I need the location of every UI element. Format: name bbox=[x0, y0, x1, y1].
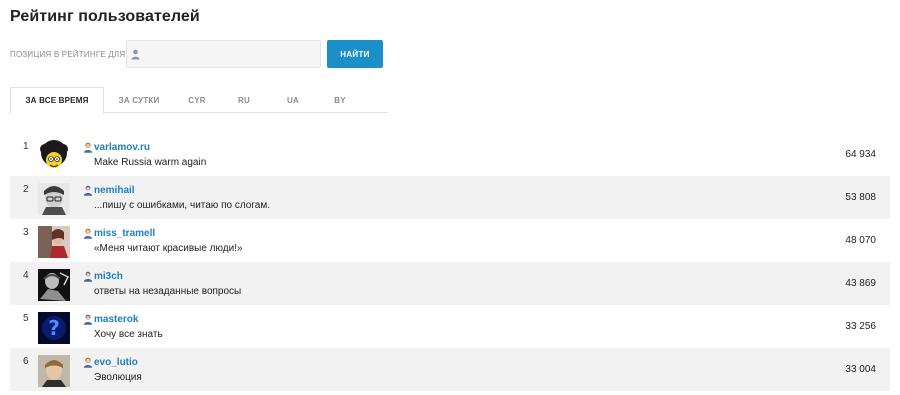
avatar[interactable] bbox=[38, 183, 70, 215]
user-link[interactable]: varlamov.ru bbox=[83, 142, 150, 153]
tab-day[interactable]: ЗА СУТКИ bbox=[104, 87, 174, 113]
username[interactable]: evo_lutio bbox=[94, 357, 138, 368]
rank: 6 bbox=[23, 356, 29, 367]
score: 43 869 bbox=[845, 278, 876, 289]
username[interactable]: miss_tramell bbox=[94, 228, 155, 239]
score: 64 934 bbox=[845, 149, 876, 160]
score: 48 070 bbox=[845, 235, 876, 246]
female-user-icon bbox=[83, 142, 93, 153]
female-user-icon bbox=[83, 357, 93, 368]
svg-text:?: ? bbox=[48, 316, 60, 340]
user-link[interactable]: evo_lutio bbox=[83, 357, 138, 368]
male-user-icon bbox=[83, 185, 93, 196]
username[interactable]: varlamov.ru bbox=[94, 142, 150, 153]
score: 33 256 bbox=[845, 321, 876, 332]
user-link[interactable]: miss_tramell bbox=[83, 228, 155, 239]
table-row: 3 miss_tramell «Меня читают красивые люд… bbox=[10, 219, 890, 262]
username[interactable]: nemihail bbox=[94, 185, 135, 196]
table-row: 6 evo_lutio Эволюция 33 004 bbox=[10, 348, 890, 391]
tab-ua[interactable]: UA bbox=[268, 87, 318, 113]
score: 53 808 bbox=[845, 192, 876, 203]
search-label: ПОЗИЦИЯ В РЕЙТИНГЕ ДЛЯ bbox=[10, 49, 126, 59]
avatar[interactable] bbox=[38, 269, 70, 301]
table-row: 1 varlamov.ru Make Russia warm again 64 … bbox=[10, 133, 890, 176]
tab-cyr[interactable]: CYR bbox=[174, 87, 220, 113]
avatar[interactable]: ? bbox=[38, 312, 70, 344]
tabs-bar: ЗА ВСЕ ВРЕМЯ ЗА СУТКИ CYR RU UA BY bbox=[10, 87, 388, 114]
rank: 1 bbox=[23, 141, 29, 152]
search-input[interactable] bbox=[127, 41, 320, 67]
table-row: 2 nemihail ...пишу с ошибками, читаю по … bbox=[10, 176, 890, 219]
user-link[interactable]: mi3ch bbox=[83, 271, 123, 282]
user-link[interactable]: masterok bbox=[83, 314, 138, 325]
tab-by[interactable]: BY bbox=[318, 87, 362, 113]
male-user-icon bbox=[83, 271, 93, 282]
user-status: Хочу все знать bbox=[94, 329, 163, 340]
table-row: 5 ? masterok Хочу все знать 33 256 bbox=[10, 305, 890, 348]
user-status: Эволюция bbox=[94, 372, 142, 383]
user-status: «Меня читают красивые люди!» bbox=[94, 243, 243, 254]
rank: 4 bbox=[23, 270, 29, 281]
tab-all-time[interactable]: ЗА ВСЕ ВРЕМЯ bbox=[10, 87, 104, 114]
rank: 5 bbox=[23, 313, 29, 324]
ratings-page: Рейтинг пользователей ПОЗИЦИЯ В РЕЙТИНГЕ… bbox=[0, 0, 900, 395]
user-link[interactable]: nemihail bbox=[83, 185, 135, 196]
username[interactable]: mi3ch bbox=[94, 271, 123, 282]
user-rating-list: 1 varlamov.ru Make Russia warm again 64 … bbox=[10, 133, 890, 391]
avatar[interactable] bbox=[38, 355, 70, 387]
user-status: ...пишу с ошибками, читаю по слогам. bbox=[94, 200, 270, 211]
search-row: ПОЗИЦИЯ В РЕЙТИНГЕ ДЛЯ НАЙТИ bbox=[10, 40, 383, 68]
username[interactable]: masterok bbox=[94, 314, 138, 325]
avatar[interactable] bbox=[38, 140, 70, 172]
avatar[interactable] bbox=[38, 226, 70, 258]
rank: 2 bbox=[23, 184, 29, 195]
table-row: 4 mi3ch ответы на незаданные вопросы 43 … bbox=[10, 262, 890, 305]
male-user-icon bbox=[83, 314, 93, 325]
user-status: Make Russia warm again bbox=[94, 157, 207, 168]
search-input-wrapper bbox=[126, 40, 321, 68]
score: 33 004 bbox=[845, 364, 876, 375]
tab-ru[interactable]: RU bbox=[220, 87, 268, 113]
page-title: Рейтинг пользователей bbox=[10, 8, 200, 25]
user-status: ответы на незаданные вопросы bbox=[94, 286, 242, 297]
female-user-icon bbox=[83, 228, 93, 239]
find-button[interactable]: НАЙТИ bbox=[327, 40, 383, 68]
rank: 3 bbox=[23, 227, 29, 238]
